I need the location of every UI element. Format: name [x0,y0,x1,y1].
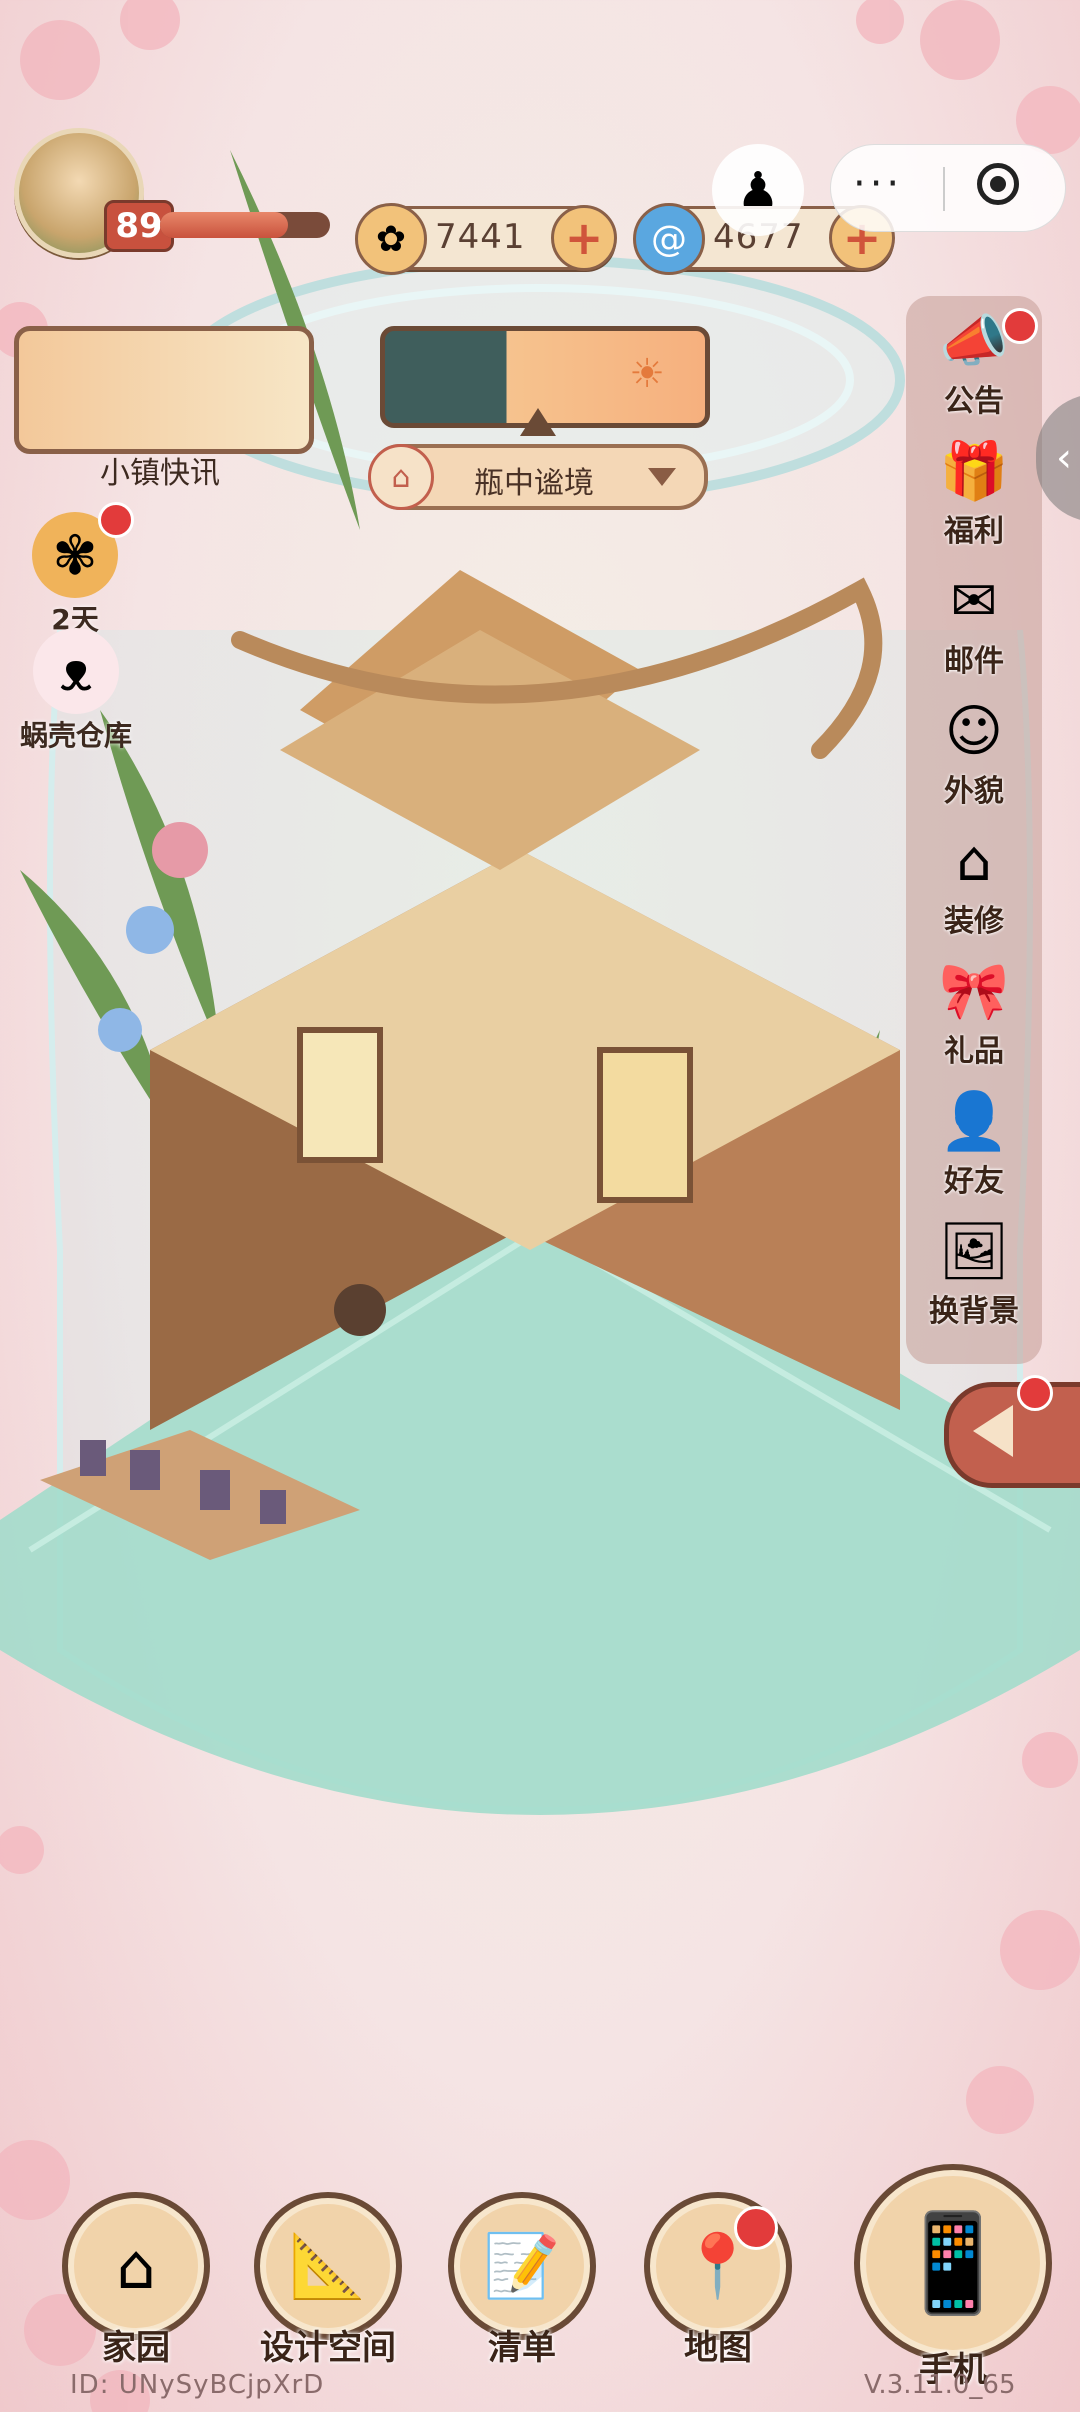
sidebar-item-label: 福利 [944,514,1004,549]
add-gold-button[interactable]: + [551,205,617,271]
home-icon: ⌂ [368,444,434,510]
sidebar-item-friends[interactable]: 👤 好友 [906,1084,1042,1200]
close-target-button[interactable] [977,163,1019,205]
design-tools-icon: 📐 [254,2192,402,2340]
gold-coin-icon: ✿ [355,203,427,275]
mail-icon: ✉ [950,569,998,634]
notification-dot [1002,308,1038,344]
sidebar-item-gifts[interactable]: 🎀 礼品 [906,954,1042,1070]
nav-phone[interactable]: 📱 手机 [854,2164,1052,2391]
flower-event-timer[interactable]: ✾ 2天 [20,502,134,638]
more-options-button[interactable]: ··· [853,161,903,207]
sidebar-item-label: 换背景 [929,1294,1019,1329]
character-face-icon: ☺ [944,699,1004,764]
person-outline-icon: ♟ [736,162,780,218]
friend-card-icon: 👤 [939,1089,1009,1154]
sidebar-item-announcement[interactable]: 📣 公告 [906,304,1042,420]
house-wrench-icon: ⌂ [956,829,992,894]
town-news-label: 小镇快讯 [100,456,220,491]
notification-dot [1017,1375,1053,1411]
weather-pointer [520,408,556,436]
nav-label: 地图 [684,2328,752,2368]
sidebar-item-label: 装修 [944,904,1004,939]
blue-swirl-shell-icon: @ [633,203,705,275]
right-sidebar: 📣 公告 🎁 福利 ✉ 邮件 ☺ 外貌 ⌂ 装修 🎀 礼品 👤 好友 🖼 换背景 [906,296,1042,1364]
mini-program-capsule: ··· [830,144,1066,232]
nav-home[interactable]: ⌂ 家园 [62,2192,210,2369]
expand-menu-button[interactable] [944,1375,1080,1488]
nav-map[interactable]: 📍 地图 [644,2192,792,2369]
home-icon: ⌂ [62,2192,210,2340]
snail-warehouse-label: 蜗壳仓库 [19,719,132,752]
sidebar-item-label: 邮件 [944,644,1004,679]
sidebar-item-decorate[interactable]: ⌂ 装修 [906,824,1042,940]
sidebar-item-label: 好友 [944,1164,1004,1199]
sidebar-item-appearance[interactable]: ☺ 外貌 [906,694,1042,810]
sidebar-item-label: 外貌 [944,774,1004,809]
capsule-divider [943,167,945,211]
sidebar-item-label: 公告 [944,384,1004,419]
sidebar-item-change-background[interactable]: 🖼 换背景 [906,1214,1042,1330]
version-label: V.3.11.0_65 [864,2370,1016,2400]
checklist-icon: 📝 [448,2192,596,2340]
chevron-down-icon [648,468,676,486]
nav-label: 清单 [488,2328,556,2368]
nav-design-space[interactable]: 📐 设计空间 [254,2192,402,2369]
nav-checklist[interactable]: 📝 清单 [448,2192,596,2369]
notification-dot [98,502,134,538]
sidebar-item-mail[interactable]: ✉ 邮件 [906,564,1042,680]
nav-label: 家园 [102,2328,170,2368]
gold-currency: ✿ 7441 + [355,203,617,275]
triangle-left-icon [973,1405,1013,1457]
sidebar-item-welfare[interactable]: 🎁 福利 [906,434,1042,550]
nav-label: 设计空间 [260,2328,396,2368]
chevron-left-icon: ‹ [1056,435,1072,481]
friend-button[interactable]: ♟ [712,144,804,236]
xp-progress-bar [160,212,330,238]
location-selector[interactable]: ⌂ 瓶中谧境 [368,444,708,510]
phone-icon: 📱 [854,2164,1052,2362]
location-name: 瓶中谧境 [474,466,594,501]
town-news-card[interactable] [14,326,314,454]
snail-warehouse-icon: ᴥ [33,628,119,714]
background-swap-icon: 🖼 [938,1219,1010,1284]
gold-amount: 7441 [435,217,526,257]
gift-box-icon: 🎁 [939,439,1009,504]
sidebar-item-label: 礼品 [944,1034,1004,1069]
player-id: ID: UNySyBCjpXrD [70,2370,325,2400]
notification-dot [734,2206,778,2250]
snail-warehouse-button[interactable]: ᴥ 蜗壳仓库 [6,628,146,754]
sun-icon: ☀ [629,351,665,397]
present-icon: 🎀 [939,959,1009,1024]
